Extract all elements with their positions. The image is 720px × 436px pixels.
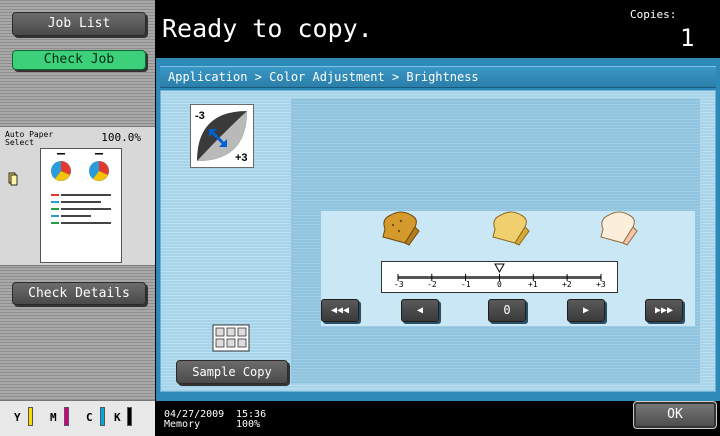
status-bar: 04/27/2009 Memory 15:36 100% OK [156, 401, 720, 436]
check-job-button[interactable]: Check Job [12, 50, 146, 70]
toner-c-bar [100, 407, 105, 426]
tick-label: -3 [394, 280, 404, 289]
decrease-max-button[interactable]: ◀◀◀ [321, 299, 359, 322]
toner-m-label: M [50, 411, 57, 424]
reset-zero-button[interactable]: 0 [488, 299, 526, 322]
tick-label: +1 [528, 280, 538, 289]
tick-label: -2 [427, 280, 437, 289]
memory-value: 100% [236, 419, 261, 430]
sample-copy-button[interactable]: Sample Copy [176, 360, 288, 384]
tick-label: 0 [497, 280, 502, 289]
toner-y-bar [28, 407, 33, 426]
copies-label: Copies: [630, 8, 677, 21]
brightness-curve-graphic: -3 +3 [195, 110, 248, 164]
light-bread-icon [600, 211, 638, 246]
icon-plus-label: +3 [235, 152, 248, 164]
zoom-label: 100.0% [101, 131, 141, 144]
breadcrumb: Application > Color Adjustment > Brightn… [160, 66, 716, 88]
left-pane: Job List Check Job Auto Paper Select 100… [0, 0, 155, 436]
paper-select-label: Auto Paper Select [5, 130, 54, 147]
toner-m-bar [64, 407, 69, 426]
memory-label: Memory [164, 419, 201, 430]
copy-preview-thumbnail [40, 148, 122, 263]
icon-minus-label: -3 [195, 110, 205, 122]
tick-label: +2 [562, 280, 572, 289]
toner-k-bar [127, 407, 132, 426]
paper-preview-panel: Auto Paper Select 100.0% [0, 126, 155, 266]
brightness-curve-icon: -3 +3 [190, 104, 254, 168]
brightness-slider-panel: -3 -2 -1 0 +1 +2 +3 ◀◀◀ ◀ 0 ▶ ▶▶▶ [321, 211, 695, 326]
toner-level-indicator: Y M C K [0, 400, 155, 436]
copies-count[interactable]: 1 [680, 24, 694, 52]
brightness-settings-area: -3 +3 -3 -2 -1 0 +1 +2 +3 ◀◀◀ ◀ 0 ▶ ▶▶▶ … [160, 90, 716, 392]
job-list-button[interactable]: Job List [12, 12, 146, 36]
tick-label: -1 [461, 280, 471, 289]
status-title: Ready to copy. [162, 14, 373, 43]
current-value-indicator [494, 263, 505, 274]
toner-y-label: Y [14, 411, 21, 424]
sample-copy-icon [212, 324, 250, 352]
medium-toast-icon [492, 211, 530, 246]
original-stack-icon [8, 172, 18, 186]
date-memory-block: 04/27/2009 Memory [164, 410, 224, 430]
toner-k-label: K [114, 411, 121, 424]
decrease-button[interactable]: ◀ [401, 299, 439, 322]
preview-page-icon [51, 153, 111, 224]
paper-settings-header: Auto Paper Select 100.0% [3, 129, 153, 147]
check-details-button[interactable]: Check Details [12, 282, 146, 305]
tick-label: +3 [596, 280, 606, 289]
copier-screen: Job List Check Job Auto Paper Select 100… [0, 0, 720, 436]
breadcrumb-text: Application > Color Adjustment > Brightn… [168, 70, 479, 84]
increase-button[interactable]: ▶ [567, 299, 605, 322]
main-panel: Application > Color Adjustment > Brightn… [156, 58, 720, 401]
increase-max-button[interactable]: ▶▶▶ [645, 299, 683, 322]
time-memory-block: 15:36 100% [236, 410, 266, 430]
toner-c-label: C [86, 411, 93, 424]
dark-toast-icon [382, 211, 420, 246]
brightness-scale[interactable]: -3 -2 -1 0 +1 +2 +3 [381, 261, 618, 293]
ok-button[interactable]: OK [633, 401, 717, 429]
